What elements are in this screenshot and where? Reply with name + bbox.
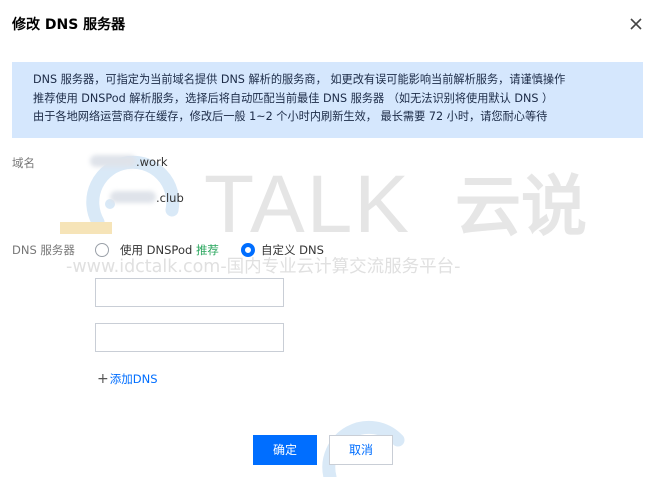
domain-suffix: .club (156, 191, 184, 205)
domain-label: 域名 (12, 156, 35, 170)
idctalk-logo-icon (60, 155, 405, 477)
close-icon (630, 18, 642, 30)
blurred-domain-name (90, 155, 136, 167)
radio-dnspod[interactable] (95, 243, 109, 257)
dns-server-label: DNS 服务器 (12, 243, 75, 257)
notice-line: 推荐使用 DNSPod 解析服务，选择后将自动匹配当前最佳 DNS 服务器 （如… (33, 91, 554, 105)
watermark-brand: TALK (204, 159, 411, 250)
domain-item: .work (90, 155, 168, 169)
cancel-button[interactable]: 取消 (329, 435, 393, 465)
radio-custom-dns-label[interactable]: 自定义 DNS (261, 242, 324, 258)
notice-line: DNS 服务器，可指定为当前域名提供 DNS 解析的服务商， 如更改有误可能影响… (33, 73, 566, 86)
dns-server-input-1[interactable] (95, 278, 284, 307)
add-dns-label: 添加DNS (109, 372, 158, 386)
dns-server-input-2[interactable] (95, 323, 284, 352)
dialog-title: 修改 DNS 服务器 (12, 17, 126, 33)
confirm-button[interactable]: 确定 (253, 435, 317, 465)
watermark-url: -www.idctalk.com-国内专业云计算交流服务平台- (66, 257, 460, 277)
notice-line: 由于各地网络运营商存在缓存，修改后一般 1~2 个小时内刷新生效， 最长需要 7… (33, 110, 548, 123)
radio-dnspod-label[interactable]: 使用 DNSPod 推荐 (120, 242, 219, 258)
close-button[interactable] (626, 14, 646, 34)
notice-banner: DNS 服务器，可指定为当前域名提供 DNS 解析的服务商， 如更改有误可能影响… (12, 62, 643, 138)
watermark-brand-cn: 云说 (455, 168, 587, 245)
recommend-tag: 推荐 (195, 243, 219, 257)
plus-icon: + (97, 371, 109, 387)
domain-suffix: .work (136, 155, 168, 169)
dnspod-option-text: 使用 DNSPod (120, 243, 193, 257)
modify-dns-dialog: 修改 DNS 服务器 DNS 服务器，可指定为当前域名提供 DNS 解析的服务商… (0, 0, 657, 477)
add-dns-button[interactable]: +添加DNS (97, 371, 158, 387)
blurred-domain-name (110, 191, 156, 203)
domain-item: .club (110, 191, 184, 205)
radio-custom-dns[interactable] (241, 243, 255, 257)
